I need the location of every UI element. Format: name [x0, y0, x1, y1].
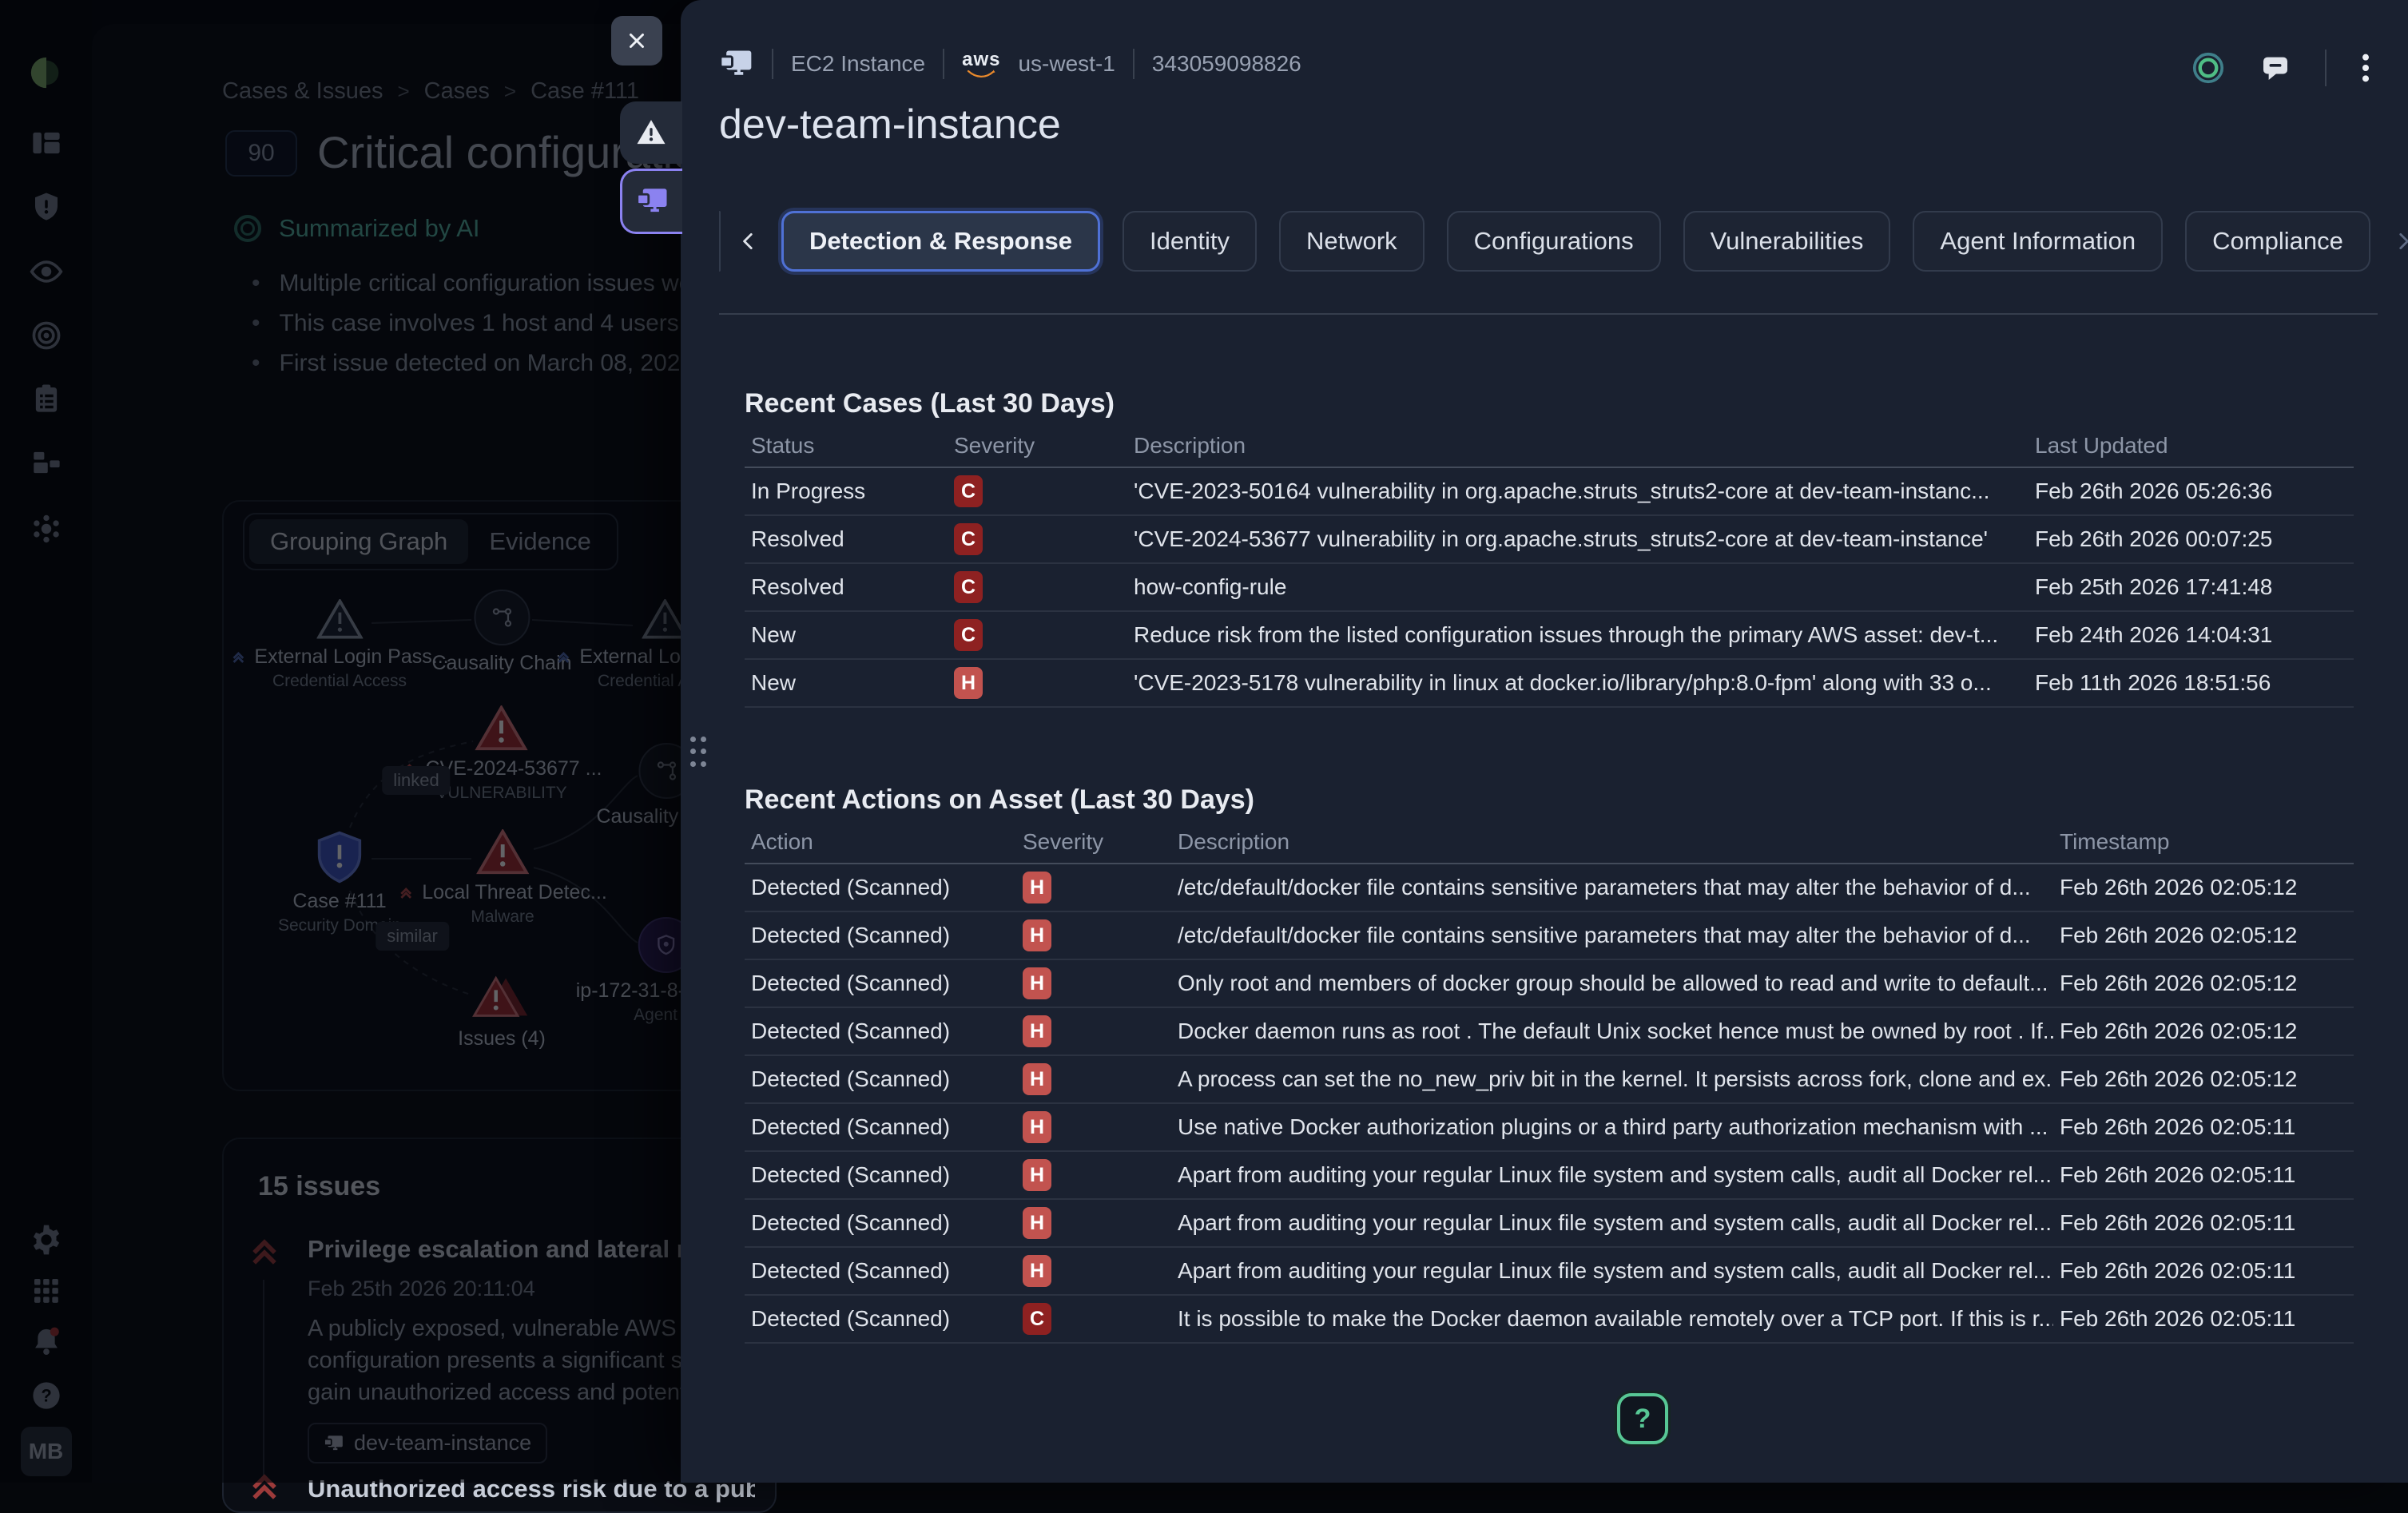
aws-logo: aws	[962, 50, 1000, 77]
tab-compliance[interactable]: Compliance	[2185, 211, 2370, 272]
action-row[interactable]: Detected (Scanned) H /etc/default/docker…	[745, 864, 2354, 912]
asset-type-label: EC2 Instance	[791, 51, 925, 77]
help-button[interactable]: ?	[1617, 1393, 1668, 1444]
severity-badge: H	[1023, 1159, 1051, 1191]
host-icon	[719, 46, 754, 81]
action-row[interactable]: Detected (Scanned) H Only root and membe…	[745, 960, 2354, 1008]
severity-badge: H	[1023, 872, 1051, 903]
case-row[interactable]: New C Reduce risk from the listed config…	[745, 612, 2354, 660]
action-row[interactable]: Detected (Scanned) H Apart from auditing…	[745, 1248, 2354, 1296]
ai-radar-icon[interactable]	[2191, 50, 2226, 85]
recent-actions-header: Action Severity Description Timestamp	[745, 821, 2354, 864]
host-icon	[636, 185, 670, 218]
action-row[interactable]: Detected (Scanned) H Docker daemon runs …	[745, 1008, 2354, 1056]
recent-actions-table: Action Severity Description Timestamp De…	[745, 821, 2354, 1344]
action-row[interactable]: Detected (Scanned) H /etc/default/docker…	[745, 912, 2354, 960]
asset-meta-row: EC2 Instance aws us-west-1 343059098826	[719, 46, 1301, 81]
drawer-tabbar: Detection & Response Identity Network Co…	[719, 211, 2376, 272]
case-row[interactable]: New H 'CVE-2023-5178 vulnerability in li…	[745, 660, 2354, 708]
action-row[interactable]: Detected (Scanned) H A process can set t…	[745, 1056, 2354, 1104]
action-row[interactable]: Detected (Scanned) C It is possible to m…	[745, 1296, 2354, 1344]
chevron-right-icon	[2393, 231, 2408, 252]
recent-cases-title: Recent Cases (Last 30 Days)	[745, 388, 1115, 419]
case-row[interactable]: In Progress C 'CVE-2023-50164 vulnerabil…	[745, 468, 2354, 516]
close-drawer-button[interactable]	[611, 16, 662, 66]
tab-vulnerabilities[interactable]: Vulnerabilities	[1683, 211, 1891, 272]
tabs-scroll-left-button[interactable]	[738, 224, 759, 259]
severity-badge: H	[954, 667, 983, 699]
severity-badge: C	[954, 523, 983, 555]
alerts-edge-tab[interactable]	[620, 101, 682, 164]
col-severity[interactable]: Severity	[1016, 829, 1171, 855]
action-row[interactable]: Detected (Scanned) H Apart from auditing…	[745, 1200, 2354, 1248]
col-severity[interactable]: Severity	[948, 433, 1127, 459]
tab-network[interactable]: Network	[1279, 211, 1425, 272]
chat-icon[interactable]	[2259, 52, 2291, 84]
region-label: us-west-1	[1018, 51, 1115, 77]
account-id-label: 343059098826	[1152, 51, 1301, 77]
warning-triangle-icon	[635, 117, 667, 149]
tabbar-divider	[719, 313, 2378, 315]
severity-badge: H	[1023, 1207, 1051, 1239]
chevron-left-icon	[738, 231, 759, 252]
severity-badge: C	[954, 475, 983, 507]
col-description[interactable]: Description	[1127, 433, 2029, 459]
tab-configurations[interactable]: Configurations	[1447, 211, 1661, 272]
tabs-scroll-right-button[interactable]	[2393, 224, 2408, 259]
action-row[interactable]: Detected (Scanned) H Use native Docker a…	[745, 1104, 2354, 1152]
severity-badge: H	[1023, 1063, 1051, 1095]
severity-badge: C	[954, 619, 983, 651]
tab-agent-information[interactable]: Agent Information	[1913, 211, 2163, 272]
recent-cases-header: Status Severity Description Last Updated	[745, 425, 2354, 468]
col-action[interactable]: Action	[745, 829, 1016, 855]
severity-badge: H	[1023, 1111, 1051, 1143]
col-timestamp[interactable]: Timestamp	[2053, 829, 2354, 855]
severity-badge: C	[1023, 1303, 1051, 1335]
recent-actions-title: Recent Actions on Asset (Last 30 Days)	[745, 784, 1254, 816]
tab-identity[interactable]: Identity	[1123, 211, 1257, 272]
severity-badge: C	[954, 571, 983, 603]
case-row[interactable]: Resolved C how-config-rule Feb 25th 2026…	[745, 564, 2354, 612]
asset-edge-tab[interactable]	[620, 169, 682, 234]
asset-detail-drawer: EC2 Instance aws us-west-1 343059098826 …	[681, 0, 2408, 1483]
action-row[interactable]: Detected (Scanned) H Apart from auditing…	[745, 1152, 2354, 1200]
recent-cases-table: Status Severity Description Last Updated…	[745, 425, 2354, 708]
col-status[interactable]: Status	[745, 433, 948, 459]
col-description[interactable]: Description	[1171, 829, 2053, 855]
asset-title: dev-team-instance	[719, 101, 1061, 149]
drawer-resize-handle[interactable]	[690, 737, 711, 768]
severity-badge: H	[1023, 967, 1051, 999]
close-icon	[625, 29, 649, 53]
severity-badge: H	[1023, 1255, 1051, 1287]
col-last-updated[interactable]: Last Updated	[2029, 433, 2354, 459]
tab-detection-response[interactable]: Detection & Response	[781, 211, 1100, 272]
severity-badge: H	[1023, 919, 1051, 951]
severity-badge: H	[1023, 1015, 1051, 1047]
tab-partial	[719, 211, 721, 272]
case-row[interactable]: Resolved C 'CVE-2024-53677 vulnerability…	[745, 516, 2354, 564]
kebab-menu-icon[interactable]	[2360, 52, 2371, 84]
